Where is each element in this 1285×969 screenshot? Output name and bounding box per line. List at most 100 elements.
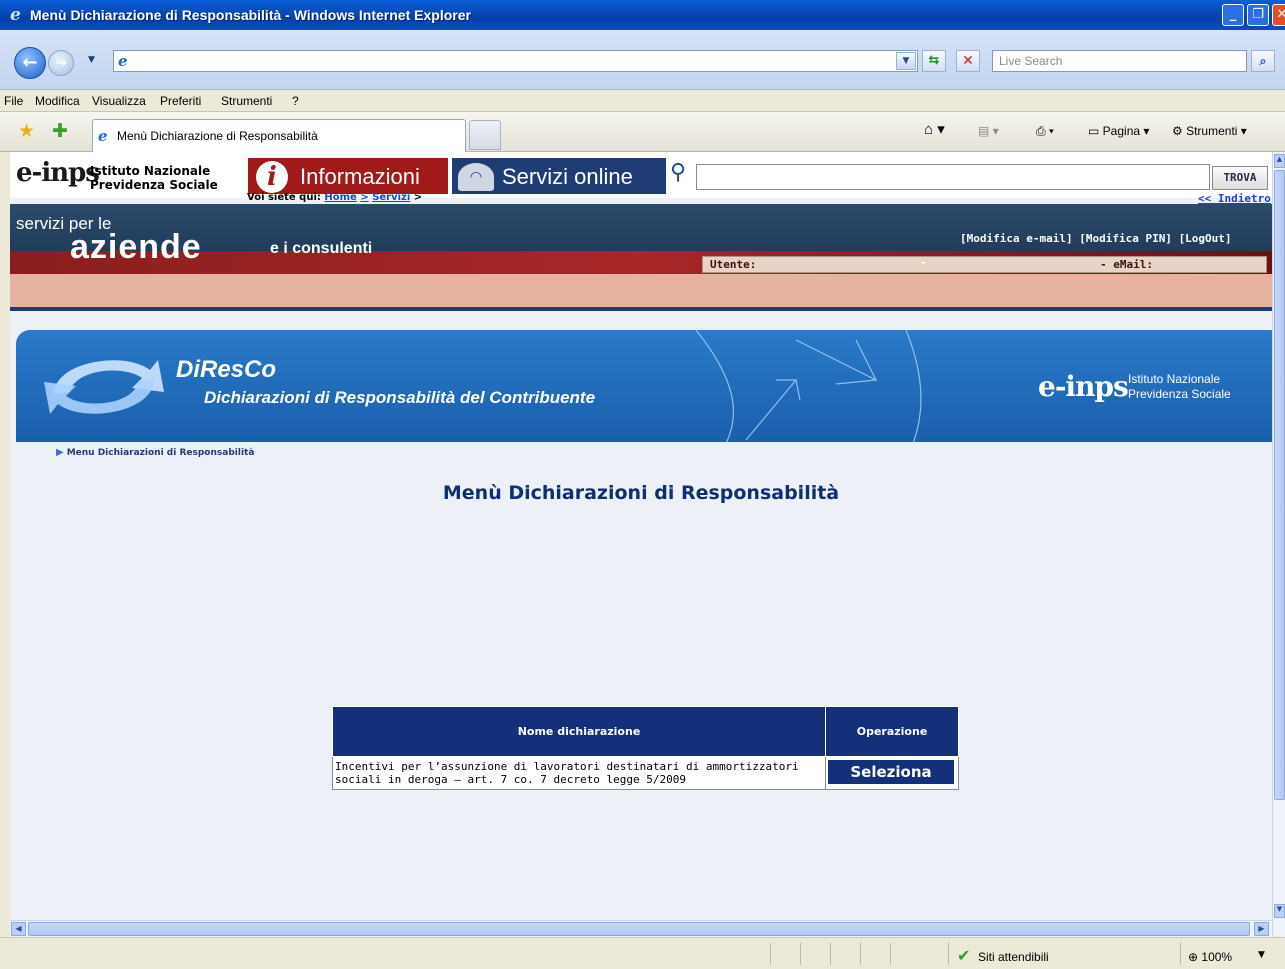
seleziona-button[interactable]: Seleziona — [828, 760, 954, 784]
history-dropdown-icon[interactable]: ▼ — [88, 55, 95, 65]
window-title: Menù Dichiarazione di Responsabilità - W… — [30, 7, 471, 23]
menu-visualizza[interactable]: Visualizza — [92, 94, 146, 108]
menu-modifica[interactable]: Modifica — [35, 94, 80, 108]
diresco-title: DiResCo — [176, 356, 277, 383]
scroll-up-icon[interactable]: ▲ — [1274, 154, 1285, 168]
declaration-name: Incentivi per l’assunzione di lavoratori… — [332, 756, 826, 790]
menu-file[interactable]: File — [4, 94, 23, 108]
status-divider — [800, 943, 801, 965]
salmon-band — [10, 274, 1272, 307]
divider — [10, 307, 1272, 311]
email-label: - eMail: — [1100, 258, 1153, 271]
trusted-check-icon: ✔ — [957, 946, 971, 965]
close-button[interactable]: ✕ — [1272, 4, 1285, 26]
page-menu[interactable]: ▭ Pagina ▾ — [1088, 124, 1149, 138]
menu-bar: File Modifica Visualizza Preferiti Strum… — [0, 90, 1285, 112]
logout-link[interactable]: [LogOut] — [1179, 232, 1232, 245]
status-divider — [860, 943, 861, 965]
status-divider — [948, 943, 949, 965]
tools-menu-label: Strumenti — [1186, 124, 1238, 138]
user-info-bar — [702, 256, 1267, 273]
page-icon: e — [118, 52, 128, 70]
print-icon[interactable]: ⎙ ▾ — [1036, 124, 1054, 139]
ie-logo-icon: e — [10, 5, 21, 25]
breadcrumb-separator: > — [413, 192, 423, 203]
menu-help[interactable]: ? — [292, 94, 299, 108]
address-input[interactable]: e — [113, 50, 918, 72]
stop-button[interactable]: ✕ — [956, 50, 980, 72]
diresco-arrows-icon — [44, 360, 164, 414]
column-header-name: Nome dichiarazione — [332, 706, 826, 757]
breadcrumb: Voi siete qui: Home > Servizi > — [247, 192, 422, 203]
diresco-banner: DiResCo Dichiarazioni di Responsabilità … — [16, 330, 1272, 442]
menu-preferiti[interactable]: Preferiti — [160, 94, 201, 108]
horizontal-scrollbar[interactable]: ◀ ▶ — [10, 920, 1272, 937]
diresco-institute: Istituto Nazionale Previdenza Sociale — [1128, 372, 1231, 402]
tab-servizi-online[interactable]: ◠ Servizi online — [452, 158, 666, 194]
horizontal-scroll-thumb[interactable] — [28, 922, 1250, 936]
modifica-pin-link[interactable]: [Modifica PIN] — [1079, 232, 1172, 245]
menu-breadcrumb-label: Menu Dichiarazioni di Responsabilità — [66, 448, 255, 458]
magnifier-icon: ⚲ — [670, 160, 687, 185]
breadcrumb-separator: > — [360, 192, 369, 203]
back-button[interactable]: ← — [14, 47, 46, 79]
modifica-email-link[interactable]: [Modifica e-mail] — [960, 232, 1073, 245]
window-title-bar[interactable]: e Menù Dichiarazione di Responsabilità -… — [0, 0, 1285, 30]
feeds-icon[interactable]: ▤ ▾ — [978, 124, 999, 138]
search-icon[interactable]: ⌕ — [1251, 50, 1275, 72]
scroll-down-icon[interactable]: ▼ — [1274, 904, 1285, 918]
scroll-right-icon[interactable]: ▶ — [1254, 922, 1269, 936]
tools-menu[interactable]: ⚙ Strumenti ▾ — [1172, 124, 1247, 138]
menu-strumenti[interactable]: Strumenti — [221, 94, 272, 108]
tab-page-icon: e — [98, 127, 108, 145]
zoom-level[interactable]: ⊕ 100% — [1188, 950, 1232, 964]
diresco-inst-line2: Previdenza Sociale — [1128, 387, 1231, 401]
trova-button[interactable]: TROVA — [1212, 166, 1268, 190]
site-search-input[interactable] — [696, 164, 1210, 190]
column-header-operation: Operazione — [825, 706, 959, 757]
inps-name-line1: Istituto Nazionale — [90, 164, 211, 178]
inps-logo[interactable]: e-inps — [16, 158, 100, 188]
diresco-inps-logo: e-inps — [1038, 370, 1129, 403]
scroll-left-icon[interactable]: ◀ — [11, 922, 26, 936]
add-favorite-icon[interactable]: ✚ — [52, 120, 68, 142]
maximize-button[interactable]: ❐ — [1247, 4, 1269, 26]
aziende-banner-small: e i consulenti — [270, 240, 373, 257]
zoom-value: 100% — [1201, 950, 1233, 964]
zoom-dropdown-icon[interactable]: ▼ — [1258, 950, 1265, 960]
user-label: Utente: — [710, 258, 757, 271]
security-zone[interactable]: Siti attendibili — [978, 950, 1049, 964]
tab-informazioni-label: Informazioni — [300, 164, 420, 189]
status-divider — [1180, 943, 1181, 965]
declarations-table: Nome dichiarazione Operazione Incentivi … — [332, 706, 959, 790]
status-divider — [770, 943, 771, 965]
inps-name-line2: Previdenza Sociale — [90, 178, 218, 192]
menu-breadcrumb[interactable]: ▶ Menu Dichiarazioni di Responsabilità — [56, 447, 254, 458]
status-divider — [830, 943, 831, 965]
diresco-inst-line1: Istituto Nazionale — [1128, 372, 1221, 386]
refresh-button[interactable]: ⇆ — [922, 50, 946, 72]
status-bar — [0, 937, 1285, 969]
live-search-input[interactable]: Live Search — [992, 50, 1247, 72]
breadcrumb-home-link[interactable]: Home — [324, 192, 356, 203]
tab-informazioni[interactable]: i Informazioni — [248, 158, 448, 194]
page-title: Menù Dichiarazioni di Responsabilità — [442, 482, 840, 504]
tab-active[interactable]: e Menù Dichiarazione di Responsabilità — [92, 119, 466, 152]
forward-button[interactable]: → — [48, 50, 74, 76]
favorites-star-icon[interactable]: ★ — [18, 120, 35, 142]
vertical-scrollbar[interactable]: ▲ ▼ — [1272, 152, 1285, 937]
breadcrumb-servizi-link[interactable]: Servizi — [372, 192, 410, 203]
banner-decoration — [695, 330, 922, 442]
status-divider — [890, 943, 891, 965]
inps-institute-name: Istituto Nazionale Previdenza Sociale — [90, 164, 218, 192]
vertical-scroll-thumb[interactable] — [1274, 170, 1285, 800]
home-icon[interactable]: ⌂ ▾ — [924, 120, 945, 138]
table-row: Incentivi per l’assunzione di lavoratori… — [332, 756, 959, 790]
flag-icon: ▶ — [56, 447, 64, 458]
address-dropdown-button[interactable]: ▼ — [896, 52, 916, 70]
minimize-button[interactable]: _ — [1222, 4, 1244, 26]
new-tab-button[interactable] — [469, 120, 501, 150]
page-viewport: e-inps Istituto Nazionale Previdenza Soc… — [10, 152, 1272, 937]
tab-label: Menù Dichiarazione di Responsabilità — [117, 129, 318, 143]
aziende-banner-main: aziende — [70, 228, 202, 266]
